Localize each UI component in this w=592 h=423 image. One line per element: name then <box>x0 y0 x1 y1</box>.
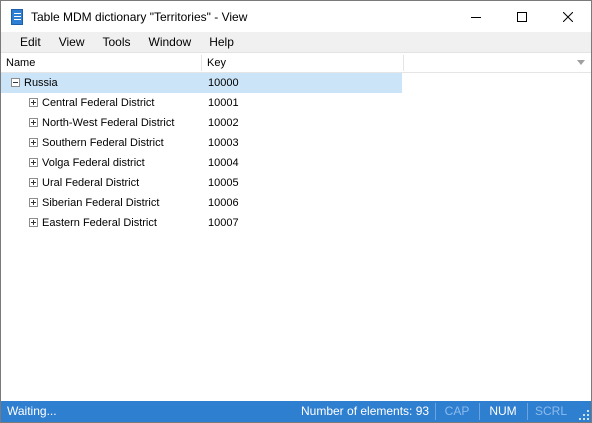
row-key: 10000 <box>208 77 239 89</box>
maximize-button[interactable] <box>499 1 545 32</box>
num-indicator: NUM <box>489 404 517 418</box>
cap-indicator: CAP <box>444 404 470 418</box>
menu-window[interactable]: Window <box>140 32 201 53</box>
tree-row[interactable]: Volga Federal district 10004 <box>1 153 591 173</box>
column-header-key[interactable]: Key <box>202 53 402 73</box>
minimize-button[interactable] <box>453 1 499 32</box>
row-name: Siberian Federal District <box>42 197 160 209</box>
resize-grip-icon[interactable] <box>579 410 589 420</box>
tree-row[interactable]: Ural Federal District 10005 <box>1 173 591 193</box>
column-divider[interactable] <box>403 55 404 71</box>
window-controls <box>453 1 591 32</box>
status-message: Waiting... <box>7 404 57 418</box>
expand-icon[interactable] <box>29 118 38 127</box>
grid-header: Name Key <box>1 53 591 73</box>
scrl-indicator: SCRL <box>534 404 567 418</box>
expand-icon[interactable] <box>29 138 38 147</box>
row-name: Eastern Federal District <box>42 217 157 229</box>
status-divider <box>527 403 528 420</box>
row-key: 10005 <box>208 177 239 189</box>
column-header-name[interactable]: Name <box>1 53 201 73</box>
expand-icon[interactable] <box>29 98 38 107</box>
menu-bar: Edit View Tools Window Help <box>1 32 591 53</box>
column-dropdown-icon[interactable] <box>577 60 585 65</box>
expand-icon[interactable] <box>29 218 38 227</box>
collapse-icon[interactable] <box>11 78 20 87</box>
close-button[interactable] <box>545 1 591 32</box>
row-name: Russia <box>24 77 58 89</box>
row-name: Ural Federal District <box>42 177 140 189</box>
status-divider <box>435 403 436 420</box>
row-key: 10004 <box>208 157 239 169</box>
row-name: North-West Federal District <box>42 117 175 129</box>
row-name: Volga Federal district <box>42 157 145 169</box>
element-count: Number of elements: 93 <box>301 404 430 418</box>
window-title: Table MDM dictionary "Territories" - Vie… <box>31 9 248 24</box>
tree-row[interactable]: North-West Federal District 10002 <box>1 113 591 133</box>
title-bar[interactable]: Table MDM dictionary "Territories" - Vie… <box>1 1 591 32</box>
expand-icon[interactable] <box>29 198 38 207</box>
menu-edit[interactable]: Edit <box>11 32 50 53</box>
row-key: 10007 <box>208 217 239 229</box>
tree-row[interactable]: Siberian Federal District 10006 <box>1 193 591 213</box>
tree-grid[interactable]: Russia 10000 Central Federal District 10001… <box>1 73 591 401</box>
tree-row[interactable]: Eastern Federal District 10007 <box>1 213 591 233</box>
menu-tools[interactable]: Tools <box>93 32 139 53</box>
maximize-icon <box>517 11 527 22</box>
row-selection-highlight <box>1 73 402 93</box>
row-key: 10003 <box>208 137 239 149</box>
minimize-icon <box>471 16 481 18</box>
menu-view[interactable]: View <box>50 32 94 53</box>
row-name: Central Federal District <box>42 97 155 109</box>
row-name: Southern Federal District <box>42 137 164 149</box>
expand-icon[interactable] <box>29 178 38 187</box>
close-icon <box>563 11 573 22</box>
status-bar: Waiting... Number of elements: 93 CAP NU… <box>1 401 591 422</box>
tree-row[interactable]: Russia 10000 <box>1 73 591 93</box>
row-key: 10006 <box>208 197 239 209</box>
row-key: 10001 <box>208 97 239 109</box>
row-key: 10002 <box>208 117 239 129</box>
tree-row[interactable]: Central Federal District 10001 <box>1 93 591 113</box>
tree-row[interactable]: Southern Federal District 10003 <box>1 133 591 153</box>
table-dictionary-icon <box>9 8 25 25</box>
expand-icon[interactable] <box>29 158 38 167</box>
status-divider <box>479 403 480 420</box>
app-window: Table MDM dictionary "Territories" - Vie… <box>0 0 592 423</box>
menu-help[interactable]: Help <box>200 32 243 53</box>
